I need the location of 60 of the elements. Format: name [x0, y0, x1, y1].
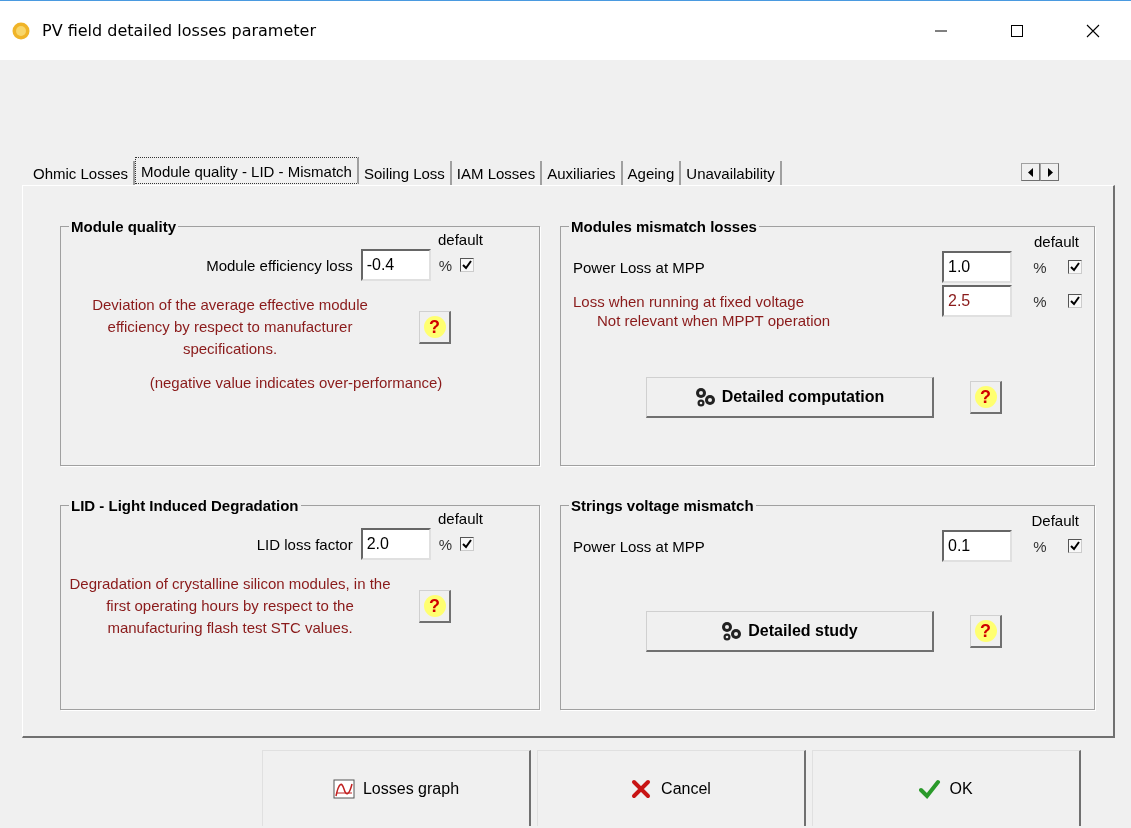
field-label: Power Loss at MPP: [573, 537, 706, 555]
field-label: Module efficiency loss: [206, 256, 353, 274]
ok-button[interactable]: OK: [812, 750, 1081, 826]
checkmark-icon: [919, 778, 942, 799]
action-button[interactable]: Detailed study: [646, 611, 934, 652]
input-field[interactable]: 2.5: [942, 285, 1012, 317]
action-button[interactable]: Detailed computation: [646, 377, 934, 418]
column-label: default: [436, 231, 483, 248]
unit-label: %: [438, 535, 452, 553]
unit-label: %: [438, 256, 452, 274]
field-label: Loss when running at fixed voltage: [573, 292, 805, 310]
window-title: PV field detailed losses parameter: [42, 21, 317, 40]
column-label: default: [436, 510, 483, 527]
app-icon: [12, 21, 30, 40]
tab[interactable]: Module quality - LID - Mismatch: [135, 157, 359, 184]
help-button[interactable]: ?: [419, 310, 451, 344]
checkbox[interactable]: [460, 258, 474, 272]
field-label: LID loss factor: [256, 535, 353, 553]
scroll-right-button[interactable]: [1040, 163, 1059, 181]
checkbox[interactable]: [1068, 539, 1082, 553]
tab[interactable]: Unavailability: [681, 161, 782, 185]
tab[interactable]: Auxiliaries: [542, 161, 623, 185]
chart-icon: [332, 778, 355, 799]
input-field[interactable]: 0.1: [942, 530, 1012, 562]
cancel-button[interactable]: Cancel: [537, 750, 806, 826]
checkbox[interactable]: [460, 537, 474, 551]
help-button[interactable]: ?: [970, 381, 1002, 414]
gears-icon: [694, 386, 716, 408]
note-text: (negative value indicates over-performance): [148, 374, 444, 391]
column-label: default: [1032, 233, 1079, 250]
checkbox[interactable]: [1068, 294, 1082, 308]
input-field[interactable]: 1.0: [942, 251, 1012, 283]
unit-label: %: [1032, 258, 1048, 276]
minimize-icon: [934, 29, 948, 32]
group-title: Modules mismatch losses: [570, 218, 758, 235]
input-field[interactable]: -0.4: [360, 249, 431, 281]
gears-icon: [721, 620, 743, 642]
checkbox[interactable]: [1068, 260, 1082, 274]
field-label: Power Loss at MPP: [573, 258, 706, 276]
right-triangle-icon: [1046, 167, 1053, 177]
left-triangle-icon: [1027, 167, 1034, 177]
close-icon: [1086, 23, 1100, 38]
tab[interactable]: Ageing: [622, 161, 682, 185]
unit-label: %: [1032, 537, 1048, 555]
maximize-icon: [1010, 23, 1024, 38]
tab[interactable]: IAM Losses: [451, 161, 543, 185]
field-note: Not relevant when MPPT operation: [597, 312, 832, 329]
unit-label: %: [1032, 292, 1048, 310]
description-text: Deviation of the average effective module efficiency by respect to manufacturer specifications.: [91, 295, 369, 359]
help-button[interactable]: ?: [970, 615, 1002, 648]
input-field[interactable]: 2.0: [360, 528, 431, 560]
group-title: Module quality: [70, 218, 177, 235]
description-text: Degradation of crystalline silicon modules, in the first operating hours by respect to the manufacturing flash test STC values.: [68, 574, 392, 638]
group-title: LID - Light Induced Degradation: [70, 497, 300, 514]
column-label: Default: [1030, 512, 1079, 529]
scroll-left-button[interactable]: [1021, 163, 1040, 181]
tab[interactable]: Soiling Loss: [358, 161, 452, 185]
graph-button[interactable]: Losses graph: [262, 750, 531, 826]
help-button[interactable]: ?: [419, 589, 451, 623]
group-title: Strings voltage mismatch: [570, 497, 755, 514]
